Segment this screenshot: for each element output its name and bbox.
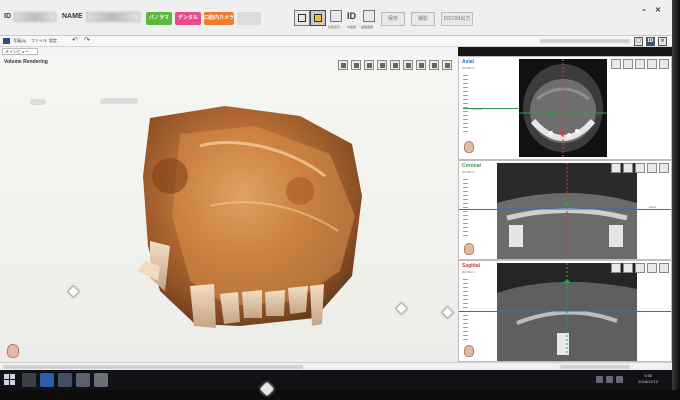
- panorama-button[interactable]: パノラマ: [146, 12, 172, 25]
- coronal-slice-info: 20.00mm: [462, 170, 475, 174]
- close-icon[interactable]: ×: [654, 6, 662, 14]
- volume-rendering-panel[interactable]: Volume Rendering: [0, 56, 458, 362]
- skull-volume-render[interactable]: [0, 56, 458, 362]
- view-selector-bar: メインビュー: [0, 47, 458, 56]
- menu-item-photo[interactable]: 写真(A): [13, 38, 26, 44]
- coronal-panel[interactable]: Coronal 20.00mm Axial: [458, 160, 672, 260]
- windows-start-icon[interactable]: [4, 374, 15, 385]
- axial-slice-info: 20.00mm: [462, 66, 475, 70]
- dental-button[interactable]: デンタル: [175, 12, 201, 25]
- coronal-title: Coronal: [462, 163, 481, 169]
- store-icon[interactable]: [58, 373, 72, 387]
- tray-ime-icon[interactable]: [616, 376, 623, 383]
- axial-tool-icon[interactable]: [611, 59, 621, 69]
- coronal-tool-icon[interactable]: [635, 163, 645, 173]
- axial-ct-image[interactable]: [519, 59, 607, 157]
- menu-bar: 写真(A) ファイル 設定 ↶ ↷ □ ID ×: [0, 36, 672, 47]
- monitor-screen: ID NAME パノラマ デンタル 口腔内カメラ 比較表示 ID ID連携 画像…: [0, 0, 680, 400]
- sagittal-face-icon[interactable]: [464, 345, 474, 357]
- axial-tool-icon[interactable]: [647, 59, 657, 69]
- sagittal-tool-icon[interactable]: [623, 263, 633, 273]
- axial-crosshair: [463, 108, 519, 109]
- compare-view-icon[interactable]: [330, 10, 342, 22]
- coronal-tool-icon[interactable]: [659, 163, 669, 173]
- id-link-caption: ID連携: [347, 25, 357, 29]
- coronal-tool-icon[interactable]: [611, 163, 621, 173]
- coronal-axial-label: Axial: [649, 205, 656, 209]
- status-text-blurred: [3, 365, 303, 369]
- tray-volume-icon[interactable]: [606, 376, 613, 383]
- coronal-tool-icon[interactable]: [623, 163, 633, 173]
- menu-item-file[interactable]: ファイル: [31, 38, 47, 44]
- menu-item-settings[interactable]: 設定: [49, 38, 57, 44]
- layout-3d-icon[interactable]: [310, 10, 326, 26]
- coronal-face-icon[interactable]: [464, 243, 474, 255]
- sagittal-ruler: [463, 279, 468, 341]
- axial-title: Axial: [462, 59, 474, 65]
- layout-single-icon[interactable]: [294, 10, 310, 26]
- image-link-icon[interactable]: [363, 10, 375, 22]
- app-logo-icon: [3, 38, 10, 44]
- disabled-mode-button: [237, 12, 261, 25]
- explorer-icon[interactable]: [40, 373, 54, 387]
- intraoral-camera-button[interactable]: 口腔内カメラ: [204, 12, 234, 25]
- dicom-export-button[interactable]: DICOM出力: [441, 12, 473, 26]
- compare-caption: 比較表示: [328, 25, 341, 29]
- save-button[interactable]: 保存: [381, 12, 405, 26]
- id-view-icon[interactable]: ID: [646, 37, 655, 46]
- sagittal-panel[interactable]: Sagittal 20.00mm: [458, 260, 672, 362]
- axial-ruler: [463, 75, 468, 133]
- axial-face-icon[interactable]: [464, 141, 474, 153]
- patient-name-field[interactable]: [86, 12, 140, 22]
- tray-network-icon[interactable]: [596, 376, 603, 383]
- coronal-tool-icon[interactable]: [647, 163, 657, 173]
- task-view-icon[interactable]: [22, 373, 36, 387]
- sagittal-slice-info: 20.00mm: [462, 270, 475, 274]
- version-text-blurred: [560, 365, 630, 369]
- sagittal-tool-icon[interactable]: [659, 263, 669, 273]
- sagittal-tool-icon[interactable]: [647, 263, 657, 273]
- app-pinned-icon[interactable]: [76, 373, 90, 387]
- patient-info-blurred: [540, 39, 630, 43]
- name-label: NAME: [62, 13, 83, 20]
- monitor-bezel-right: [672, 0, 680, 390]
- id-label: ID: [4, 13, 11, 20]
- id-link-icon[interactable]: ID: [347, 11, 356, 21]
- axial-tool-icon[interactable]: [659, 59, 669, 69]
- panel-close-icon[interactable]: ×: [658, 37, 667, 46]
- coronal-ct-image[interactable]: [497, 163, 637, 259]
- app-header: ID NAME パノラマ デンタル 口腔内カメラ 比較表示 ID ID連携 画像…: [0, 0, 672, 36]
- sagittal-tool-icon[interactable]: [611, 263, 621, 273]
- dental-app-icon[interactable]: [94, 373, 108, 387]
- sagittal-title: Sagittal: [462, 263, 481, 269]
- orientation-face-icon[interactable]: [7, 344, 19, 358]
- undo-icon[interactable]: ↶: [72, 36, 78, 44]
- monitor-bezel-bottom: [0, 390, 680, 400]
- taskbar-clock[interactable]: 9:56 2018/11/12: [638, 373, 658, 385]
- sagittal-ct-image[interactable]: [497, 263, 637, 361]
- capture-button[interactable]: 撮影: [411, 12, 435, 26]
- minimize-icon[interactable]: –: [640, 6, 648, 14]
- patient-id-field[interactable]: [14, 12, 56, 22]
- axial-tool-icon[interactable]: [635, 59, 645, 69]
- maximize-view-icon[interactable]: □: [634, 37, 643, 46]
- view-select[interactable]: メインビュー: [2, 48, 38, 55]
- axial-tool-icon[interactable]: [623, 59, 633, 69]
- clock-date: 2018/11/12: [638, 379, 658, 384]
- image-link-caption: 画像連携: [361, 25, 374, 29]
- axial-panel[interactable]: Axial 20.00mm Coronal: [458, 56, 672, 160]
- status-bar: [0, 362, 672, 370]
- redo-icon[interactable]: ↷: [84, 36, 90, 44]
- os-taskbar: 9:56 2018/11/12: [0, 370, 672, 390]
- sagittal-tool-icon[interactable]: [635, 263, 645, 273]
